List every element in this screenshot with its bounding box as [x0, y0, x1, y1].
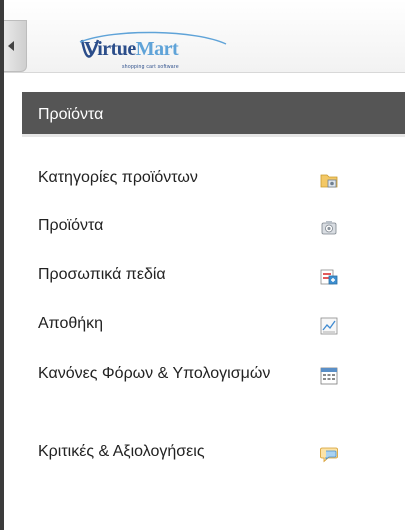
logo-wordmark: VirtueMart [84, 38, 179, 61]
menu-item-label: Κατηγορίες προϊόντων [38, 169, 198, 186]
section-header-products[interactable]: Προϊόντα [22, 92, 405, 137]
stock-chart-icon [320, 317, 338, 335]
folder-image-icon [320, 174, 338, 188]
custom-fields-icon [320, 269, 338, 285]
virtuemart-logo[interactable]: VirtueMart shopping cart software [76, 30, 236, 70]
menu-item-label: Προσωπικά πεδία [38, 266, 166, 283]
collapse-sidebar-button[interactable] [4, 20, 27, 72]
calculator-icon [320, 367, 338, 385]
camera-icon [321, 221, 337, 235]
menu-item-label: Κριτικές & Αξιολογήσεις [38, 443, 205, 460]
chevron-left-icon [8, 41, 14, 51]
menu-item-label: Αποθήκη [38, 315, 104, 332]
speech-bubble-icon [320, 447, 338, 463]
logo-wordmark-part-a: Virtue [84, 38, 136, 60]
sidebar-panel: VirtueMart shopping cart software Προϊόν… [4, 0, 405, 530]
logo-wordmark-part-b: Mart [135, 38, 179, 60]
logo-bar: VirtueMart shopping cart software [4, 0, 405, 73]
menu-item-label: Προϊόντα [38, 217, 104, 234]
logo-tagline: shopping cart software [122, 64, 179, 70]
menu-item-label: Κανόνες Φόρων & Υπολογισμών [38, 365, 271, 382]
